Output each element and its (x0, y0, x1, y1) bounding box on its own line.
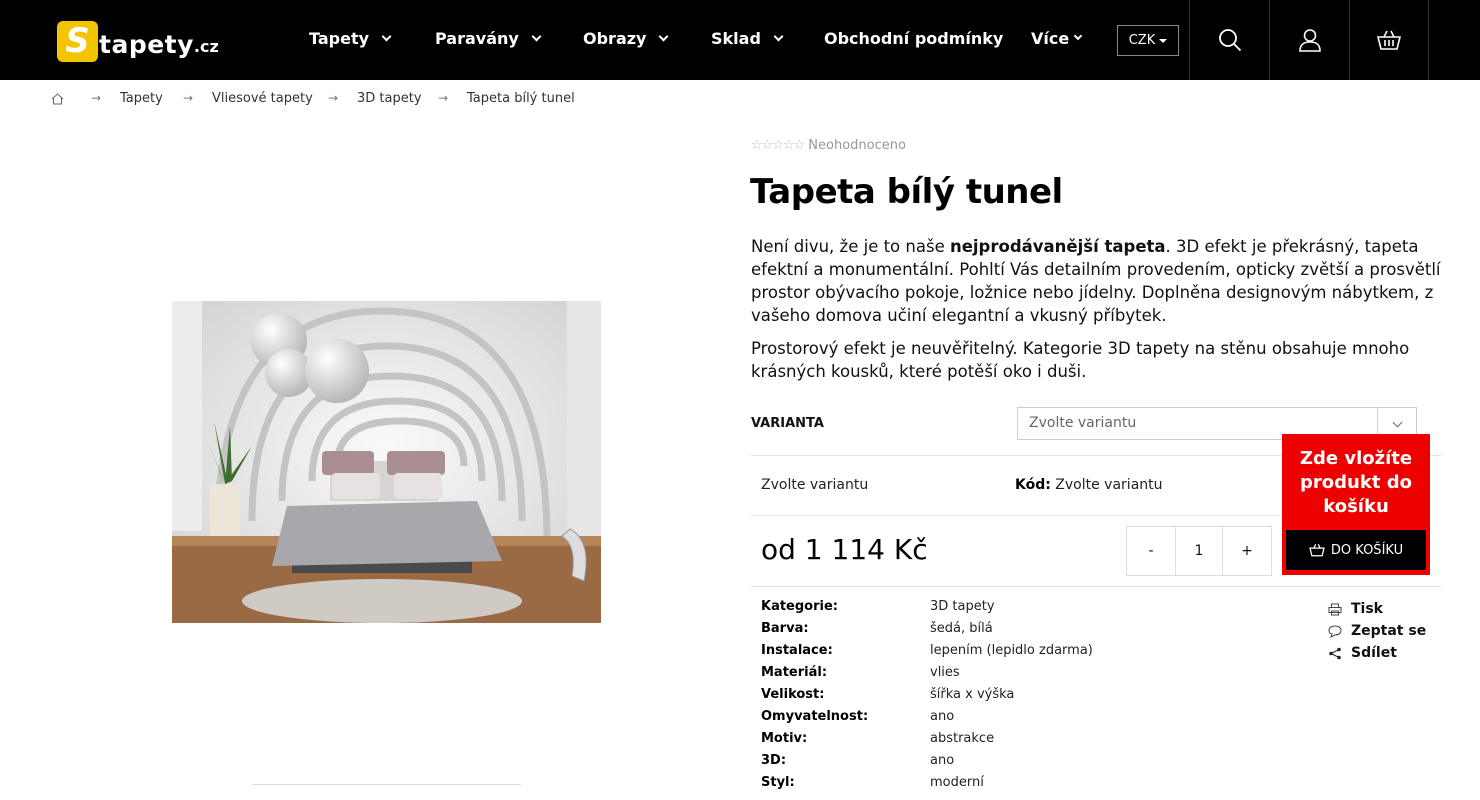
home-icon[interactable] (51, 93, 64, 105)
chevron-down-icon (773, 31, 784, 41)
nav-item-sklad[interactable]: Sklad (711, 29, 784, 48)
ask-question-link[interactable]: Zeptat se (1328, 620, 1426, 642)
rating-stars-icon[interactable]: ☆☆☆☆☆ (751, 138, 805, 153)
breadcrumb-item[interactable]: 3D tapety (357, 91, 422, 106)
cart-button[interactable] (1349, 0, 1429, 80)
share-link[interactable]: Sdílet (1328, 642, 1397, 664)
print-link[interactable]: Tisk (1328, 598, 1383, 620)
description-paragraph: Prostorový efekt je neuvěřitelný. Katego… (751, 339, 1410, 381)
chevron-down-icon (659, 31, 669, 41)
breadcrumb-arrow-icon: → (183, 91, 194, 105)
chevron-down-icon (381, 31, 392, 41)
logo-text: tapety (99, 30, 194, 59)
user-icon (1298, 29, 1321, 52)
product-price: od 1 114 Kč (761, 533, 928, 566)
qty-decrease-button[interactable]: - (1127, 527, 1175, 575)
breadcrumb-arrow-icon: → (438, 91, 449, 105)
description-paragraph: Není divu, že je to naše nejprodávanější… (751, 237, 1441, 325)
product-description: Není divu, že je to naše nejprodávanější… (751, 235, 1441, 393)
logo-tld: .cz (193, 37, 219, 56)
quantity-stepper: - 1 + (1126, 526, 1272, 576)
product-rating: ☆☆☆☆☆ Neohodnoceno (751, 138, 906, 153)
basket-icon (1377, 30, 1401, 50)
divider (751, 515, 1281, 516)
chevron-down-icon (531, 31, 542, 41)
site-logo[interactable]: S tapety .cz (57, 18, 219, 62)
currency-select[interactable]: CZK (1117, 25, 1179, 56)
promo-text: Zde vložíte produkt do košíku (1299, 448, 1413, 517)
variant-label: VARIANTA (751, 416, 824, 431)
chevron-down-icon (1073, 31, 1083, 41)
product-title: Tapeta bílý tunel (750, 172, 1063, 212)
search-icon (1218, 29, 1241, 52)
caret-down-icon (1159, 38, 1168, 43)
qty-increase-button[interactable]: + (1223, 527, 1271, 575)
share-icon (1329, 647, 1341, 659)
site-header: S tapety .cz Tapety Paravány Obrazy Skla… (0, 0, 1480, 80)
speech-bubble-icon (1328, 624, 1342, 638)
basket-icon (1309, 543, 1325, 557)
account-button[interactable] (1269, 0, 1349, 80)
thumbnail-divider (252, 784, 521, 785)
search-button[interactable] (1189, 0, 1269, 80)
nav-item-obrazy[interactable]: Obrazy (583, 29, 669, 48)
breadcrumb-arrow-icon: → (91, 91, 102, 105)
logo-mark: S (57, 21, 98, 62)
breadcrumb-current: Tapeta bílý tunel (467, 91, 575, 106)
nav-item-tapety[interactable]: Tapety (309, 29, 392, 48)
nav-item-vice[interactable]: Více (1031, 29, 1083, 48)
qty-input[interactable]: 1 (1175, 527, 1223, 575)
breadcrumb-arrow-icon: → (328, 91, 339, 105)
add-to-cart-button[interactable]: DO KOŠÍKU (1286, 530, 1426, 570)
printer-icon (1328, 603, 1342, 615)
product-image[interactable] (172, 301, 601, 623)
nav-item-paravany[interactable]: Paravány (435, 29, 542, 48)
breadcrumb-item[interactable]: Tapety (120, 91, 163, 106)
breadcrumb-item[interactable]: Vliesové tapety (212, 91, 313, 106)
divider (751, 586, 1441, 587)
selected-variant: Zvolte variantu (761, 477, 869, 493)
nav-item-obchodni-podminky[interactable]: Obchodní podmínky (824, 29, 1003, 48)
product-code: Kód: Zvolte variantu (1015, 477, 1163, 493)
